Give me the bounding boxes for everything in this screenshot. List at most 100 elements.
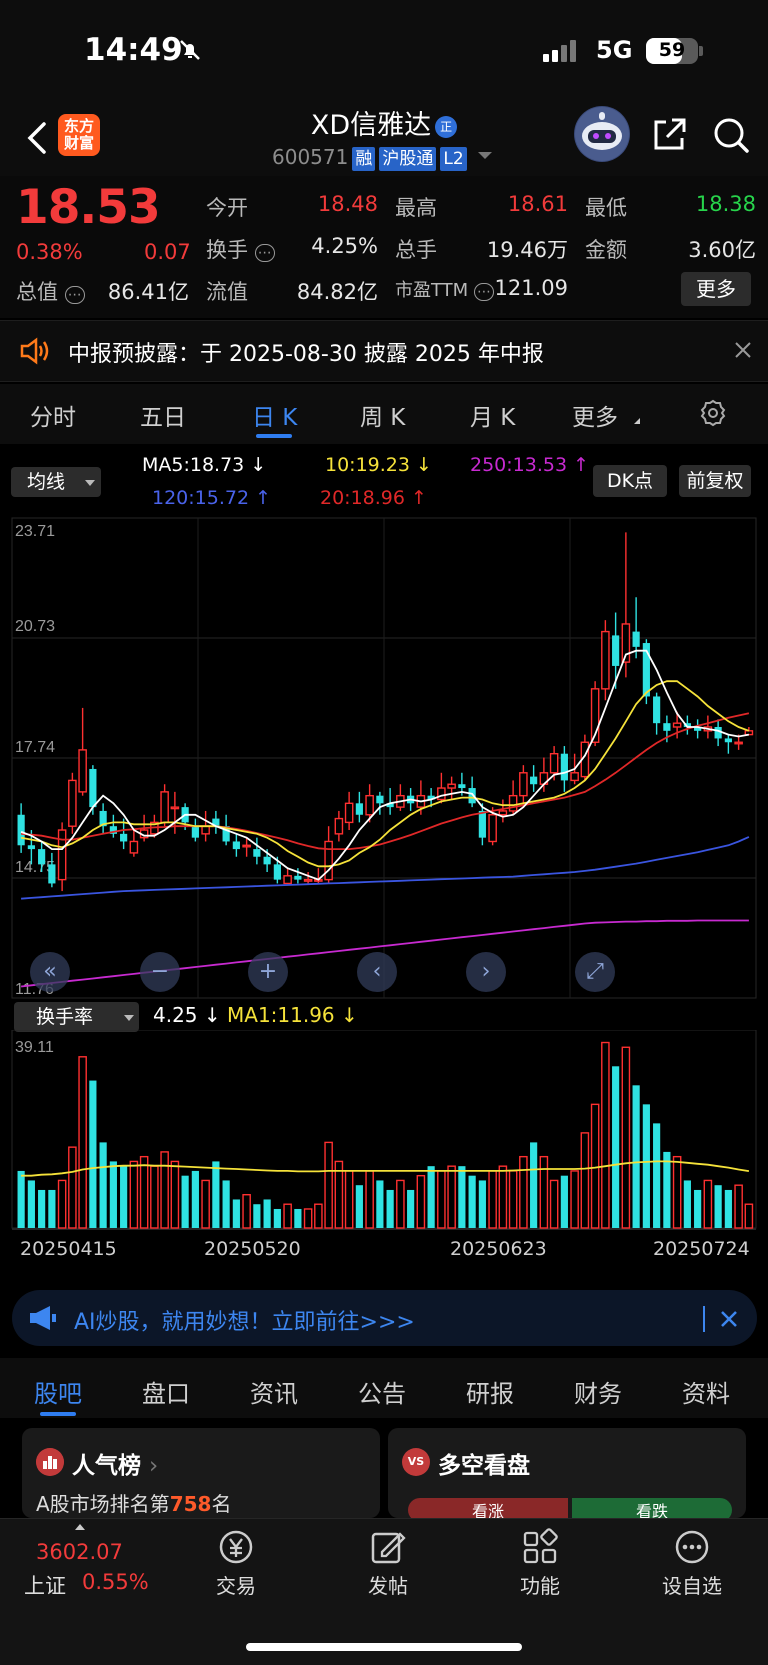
- turnover-bar: [437, 1170, 446, 1229]
- turnover-chart[interactable]: 39.11: [0, 1030, 768, 1230]
- turnover-indicator-select[interactable]: 换手率: [14, 1002, 139, 1032]
- candle-body: [447, 783, 456, 789]
- tab-announcements[interactable]: 公告: [358, 1374, 406, 1409]
- candle-body: [714, 726, 722, 739]
- x-tick-label: 20250724: [653, 1238, 750, 1260]
- turnover-ma: MA1:11.96 ↓: [227, 1003, 358, 1027]
- tab-finance[interactable]: 财务: [574, 1374, 622, 1409]
- stock-name[interactable]: XD信雅达正: [200, 103, 568, 142]
- turnover-bar: [242, 1194, 251, 1229]
- y-tick-label: 17.74: [15, 739, 55, 756]
- turnover-bar: [263, 1199, 271, 1228]
- more-quote-button[interactable]: 更多: [681, 272, 751, 306]
- candle-body: [334, 817, 344, 835]
- share-icon[interactable]: [650, 116, 688, 154]
- nav-post[interactable]: 发帖: [343, 1570, 433, 1599]
- gear-icon[interactable]: [698, 398, 728, 428]
- turnover-bar: [191, 1170, 199, 1228]
- scroll-right-icon[interactable]: ›: [466, 952, 506, 992]
- tab-five-day[interactable]: 五日: [140, 398, 186, 432]
- turnover-bar: [632, 1085, 640, 1228]
- turnover-bar: [283, 1203, 292, 1229]
- tab-more[interactable]: 更多: [572, 398, 618, 432]
- candle-body: [57, 829, 67, 881]
- turnover-bar: [78, 1056, 87, 1229]
- float-cap-label: 流值: [206, 280, 248, 304]
- turnover-bar: [590, 1103, 600, 1229]
- search-icon[interactable]: [712, 116, 750, 154]
- tab-daily-k[interactable]: 日 K: [252, 398, 297, 432]
- close-icon[interactable]: [720, 1310, 738, 1328]
- nav-add-watchlist[interactable]: 设自选: [647, 1570, 737, 1599]
- turnover-bar: [27, 1180, 35, 1228]
- apps-icon[interactable]: [520, 1528, 560, 1566]
- turnover-bar: [232, 1199, 240, 1228]
- candle-body: [324, 840, 333, 881]
- tab-monthly-k[interactable]: 月 K: [470, 398, 515, 432]
- candle-body: [570, 772, 579, 782]
- tab-order-book[interactable]: 盘口: [142, 1374, 190, 1409]
- candle-body: [78, 749, 87, 793]
- turnover-bar: [181, 1175, 189, 1228]
- candle-body: [263, 856, 271, 865]
- home-indicator: [246, 1643, 522, 1651]
- fullscreen-icon[interactable]: ⤢: [575, 952, 615, 992]
- turnover-bar: [48, 1189, 56, 1228]
- turnover-bar: [458, 1166, 466, 1228]
- low-value: 18.38: [695, 192, 756, 216]
- rewind-icon[interactable]: «: [30, 952, 70, 992]
- nav-trade[interactable]: 交易: [191, 1570, 281, 1599]
- tab-weekly-k[interactable]: 周 K: [360, 398, 405, 432]
- tab-forum[interactable]: 股吧: [34, 1374, 82, 1409]
- turnover-bar: [212, 1161, 220, 1228]
- turnover-bar: [642, 1104, 650, 1228]
- kline-chart[interactable]: 23.7120.7317.7414.7511.76: [0, 508, 768, 1000]
- tab-research[interactable]: 研报: [466, 1374, 514, 1409]
- turnover-bar: [386, 1189, 394, 1228]
- ai-banner-text[interactable]: AI炒股，就用妙想！立即前往>>>: [74, 1304, 415, 1336]
- candle-body: [170, 806, 180, 810]
- turnover-bar: [549, 1179, 559, 1229]
- turnover-bar: [714, 1185, 722, 1228]
- index-change[interactable]: 0.55%: [82, 1570, 149, 1594]
- trade-yen-icon[interactable]: [216, 1528, 256, 1566]
- tab-intraday[interactable]: 分时: [30, 398, 76, 432]
- tab-profile[interactable]: 资料: [682, 1374, 730, 1409]
- verified-badge-icon: 正: [435, 115, 458, 138]
- info-icon[interactable]: ⋯: [64, 286, 85, 304]
- amount-value: 3.60亿: [688, 238, 756, 262]
- assistant-robot-icon[interactable]: [574, 106, 630, 162]
- dk-point-button[interactable]: DK点: [593, 465, 667, 497]
- close-icon[interactable]: [733, 340, 753, 360]
- back-arrow-icon[interactable]: [22, 118, 52, 158]
- more-dots-icon[interactable]: [672, 1528, 712, 1566]
- zoom-in-icon[interactable]: +: [248, 952, 288, 992]
- candle-body: [17, 814, 25, 846]
- candle-body: [376, 795, 384, 804]
- info-icon[interactable]: ⋯: [254, 244, 275, 262]
- eastmoney-logo[interactable]: 东方 财富: [58, 114, 100, 156]
- tab-news[interactable]: 资讯: [250, 1374, 298, 1409]
- x-tick-label: 20250623: [450, 1238, 547, 1260]
- turnover-bar: [376, 1180, 384, 1228]
- index-value[interactable]: 3602.07: [36, 1540, 123, 1564]
- low-label: 最低: [585, 196, 627, 220]
- scroll-left-icon[interactable]: ‹: [357, 952, 397, 992]
- candle-body: [519, 772, 528, 797]
- tag-level2: L2: [440, 147, 467, 171]
- vs-icon: VS: [402, 1448, 430, 1476]
- index-name[interactable]: 上证: [24, 1570, 66, 1600]
- zoom-out-icon[interactable]: −: [140, 952, 180, 992]
- ma20-line: [21, 712, 750, 851]
- active-tab-indicator: [256, 434, 292, 438]
- chevron-down-icon[interactable]: [478, 152, 492, 159]
- adjust-mode-button[interactable]: 前复权: [679, 465, 751, 497]
- candle-body: [478, 810, 486, 838]
- turnover-bar: [703, 1179, 713, 1229]
- compose-icon[interactable]: [368, 1528, 408, 1566]
- nav-functions[interactable]: 功能: [495, 1570, 585, 1599]
- megaphone-icon: [30, 1306, 56, 1330]
- stock-code-row[interactable]: 600571 融沪股通 L2: [272, 145, 467, 171]
- turnover-bar: [539, 1155, 549, 1229]
- candle-body: [232, 841, 240, 850]
